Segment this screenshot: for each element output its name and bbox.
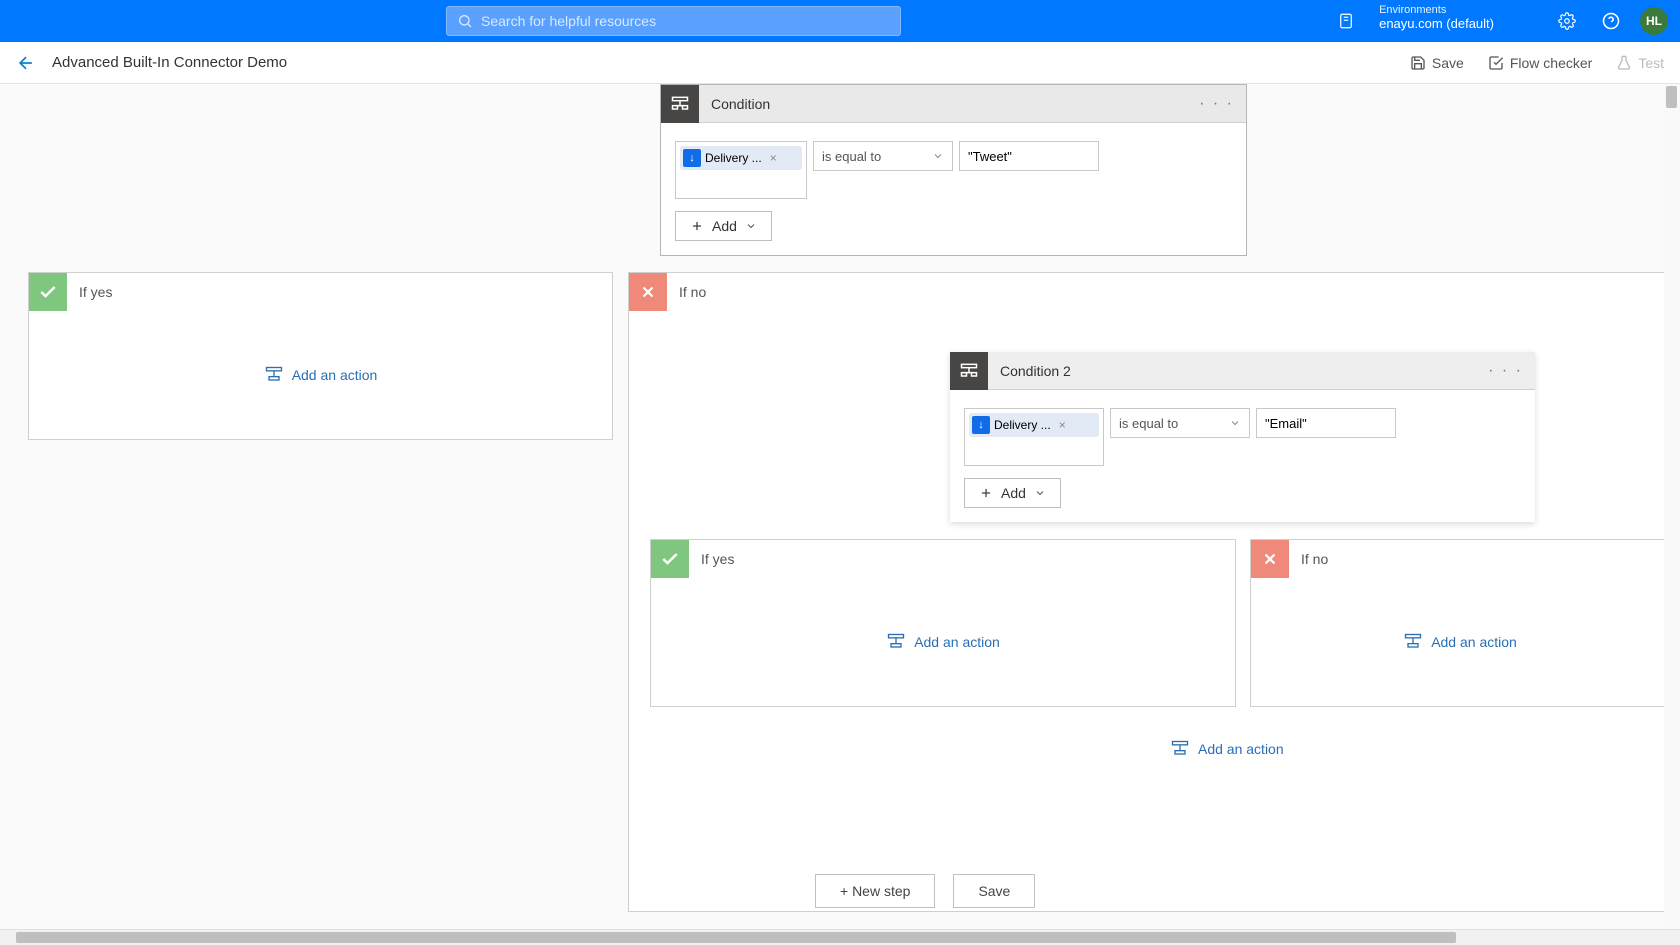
operator-value: is equal to <box>822 149 881 164</box>
new-step-button[interactable]: + New step <box>815 874 935 908</box>
if-yes-branch: If yes Add an action <box>28 272 613 440</box>
add-action-label: Add an action <box>292 367 378 383</box>
add-action-icon <box>886 632 906 652</box>
condition-2-header[interactable]: Condition 2 · · · <box>950 352 1535 390</box>
environment-label: Environments <box>1379 3 1494 17</box>
save-flow-button[interactable]: Save <box>953 874 1035 908</box>
condition-2-card: Condition 2 · · · ↓ Delivery ... × is eq… <box>950 352 1535 522</box>
dynamic-content-icon: ↓ <box>972 416 990 434</box>
add-label: Add <box>712 218 737 234</box>
add-action-button[interactable]: Add an action <box>1170 739 1284 759</box>
condition-card: Condition · · · ↓ Delivery ... × is equa… <box>660 84 1247 256</box>
sub-header: Advanced Built-In Connector Demo Save Fl… <box>0 42 1680 84</box>
branch-title: If no <box>679 284 706 300</box>
test-icon <box>1616 55 1632 71</box>
branch-title: If no <box>1301 551 1328 567</box>
horizontal-scrollbar[interactable] <box>0 929 1680 945</box>
add-action-icon <box>1403 632 1423 652</box>
search-box[interactable] <box>446 6 901 36</box>
operator-value: is equal to <box>1119 416 1178 431</box>
chevron-down-icon <box>1034 487 1046 499</box>
environment-value: enayu.com (default) <box>1379 17 1494 31</box>
add-action-button[interactable]: Add an action <box>1403 632 1517 652</box>
cross-icon <box>629 273 667 311</box>
chevron-down-icon <box>932 150 944 162</box>
plus-icon <box>690 219 704 233</box>
flow-checker-icon <box>1488 55 1504 71</box>
add-action-icon <box>1170 739 1190 759</box>
flow-title: Advanced Built-In Connector Demo <box>52 54 287 71</box>
add-condition-2-button[interactable]: Add <box>964 478 1061 508</box>
add-action-label: Add an action <box>914 634 1000 650</box>
plus-icon <box>979 486 993 500</box>
search-input[interactable] <box>481 13 890 29</box>
condition-value-input[interactable] <box>959 141 1099 171</box>
check-icon <box>29 273 67 311</box>
save-icon <box>1410 55 1426 71</box>
condition-2-title: Condition 2 <box>1000 363 1476 379</box>
operator-select[interactable]: is equal to <box>813 141 953 171</box>
search-icon <box>457 13 473 29</box>
token-label: Delivery ... <box>994 418 1051 432</box>
if-yes-branch-2: If yes Add an action <box>650 539 1236 707</box>
condition-menu[interactable]: · · · <box>1187 95 1246 113</box>
help-icon[interactable] <box>1602 12 1620 30</box>
vertical-scrollbar[interactable] <box>1664 84 1680 929</box>
condition-title: Condition <box>711 96 1187 112</box>
add-action-button[interactable]: Add an action <box>886 632 1000 652</box>
remove-token-icon[interactable]: × <box>770 151 777 165</box>
token-label: Delivery ... <box>705 151 762 165</box>
user-avatar[interactable]: HL <box>1640 7 1668 35</box>
condition-2-left-operand[interactable]: ↓ Delivery ... × <box>964 408 1104 466</box>
if-no-branch-2: If no Add an action <box>1250 539 1670 707</box>
condition-header[interactable]: Condition · · · <box>661 85 1246 123</box>
flow-checker-button[interactable]: Flow checker <box>1488 55 1592 71</box>
branch-title: If yes <box>701 551 734 567</box>
save-label: Save <box>1432 55 1464 71</box>
condition-left-operand[interactable]: ↓ Delivery ... × <box>675 141 807 199</box>
add-action-label: Add an action <box>1198 741 1284 757</box>
cross-icon <box>1251 540 1289 578</box>
check-icon <box>651 540 689 578</box>
top-bar: Environments enayu.com (default) HL <box>0 0 1680 42</box>
add-action-button[interactable]: Add an action <box>264 365 378 385</box>
environment-selector[interactable]: Environments enayu.com (default) <box>1379 3 1494 31</box>
back-icon[interactable] <box>16 53 36 73</box>
dynamic-content-icon: ↓ <box>683 149 701 167</box>
chevron-down-icon <box>1229 417 1241 429</box>
condition-icon <box>661 85 699 123</box>
remove-token-icon[interactable]: × <box>1059 418 1066 432</box>
condition-2-value-input[interactable] <box>1256 408 1396 438</box>
condition-icon <box>950 352 988 390</box>
add-action-icon <box>264 365 284 385</box>
add-label: Add <box>1001 485 1026 501</box>
settings-icon[interactable] <box>1558 12 1576 30</box>
save-button[interactable]: Save <box>1410 55 1464 71</box>
branch-title: If yes <box>79 284 112 300</box>
flow-checker-label: Flow checker <box>1510 55 1592 71</box>
environment-icon[interactable] <box>1337 12 1355 30</box>
add-action-label: Add an action <box>1431 634 1517 650</box>
chevron-down-icon <box>745 220 757 232</box>
test-label: Test <box>1638 55 1664 71</box>
test-button[interactable]: Test <box>1616 55 1664 71</box>
flow-canvas[interactable]: Condition · · · ↓ Delivery ... × is equa… <box>0 84 1680 924</box>
operator-select[interactable]: is equal to <box>1110 408 1250 438</box>
condition-2-menu[interactable]: · · · <box>1476 362 1535 380</box>
add-condition-button[interactable]: Add <box>675 211 772 241</box>
